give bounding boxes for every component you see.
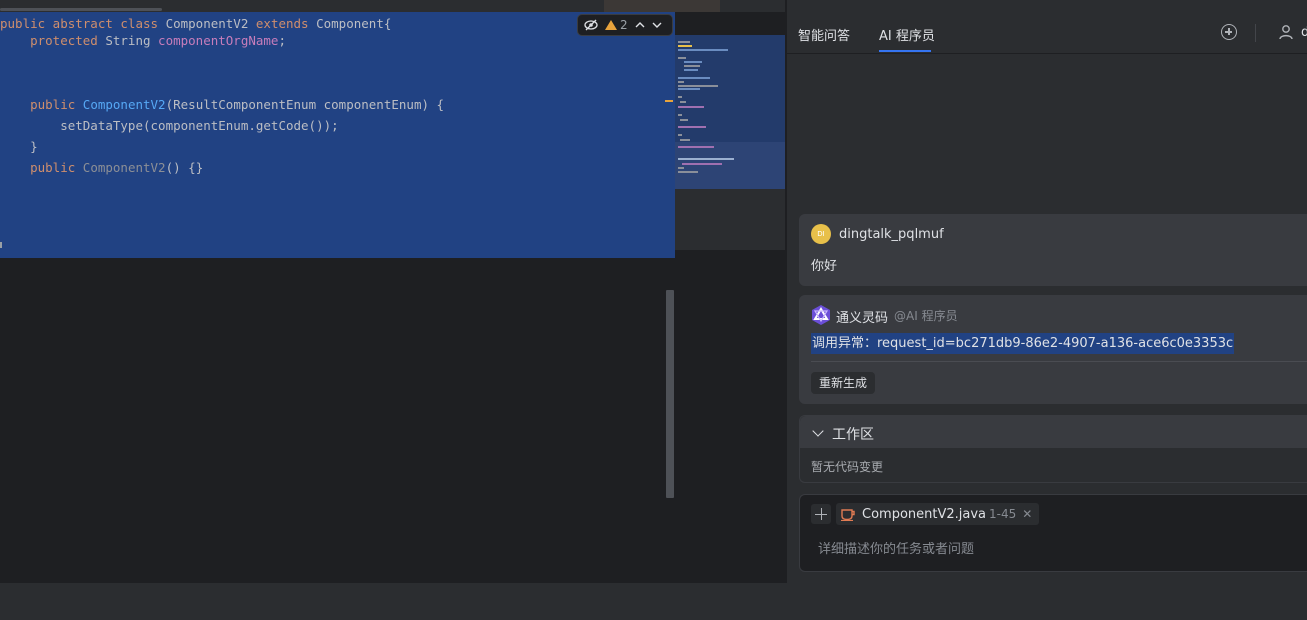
ai-mention: @AI 程序员 xyxy=(894,309,958,323)
code-token: String xyxy=(105,33,159,48)
chat-input-box[interactable]: ComponentV2.java 1-45 ✕ xyxy=(799,494,1307,572)
java-file-icon xyxy=(841,509,855,521)
workspace-header[interactable]: 工作区 xyxy=(800,416,1307,448)
minimap-line xyxy=(678,45,692,47)
warning-count: 2 xyxy=(620,18,628,32)
status-bar xyxy=(0,583,1307,620)
workspace-section: 工作区 暂无代码变更 xyxy=(799,415,1307,483)
panel-header: 智能问答 AI 程序员 d xyxy=(787,0,1307,54)
code-token: (ResultComponentEnum componentEnum) { xyxy=(165,97,445,112)
code-line[interactable]: protected String componentOrgName; xyxy=(0,30,286,51)
code-token: ComponentV2 xyxy=(82,160,166,175)
error-message[interactable]: 调用异常：request_id=bc271db9-86e2-4907-a136-… xyxy=(811,333,1235,354)
file-name: ComponentV2.java xyxy=(862,506,987,522)
minimap-line xyxy=(678,167,684,169)
code-token: Component{ xyxy=(316,16,392,31)
code-token: ComponentV2 xyxy=(165,16,256,31)
code-token: componentOrgName xyxy=(158,33,279,48)
regenerate-button[interactable]: 重新生成 xyxy=(811,372,876,394)
minimap-line xyxy=(678,41,690,43)
chevron-up-icon[interactable] xyxy=(635,21,645,29)
minimap-line xyxy=(684,65,700,67)
active-tab-indicator xyxy=(879,50,931,52)
minimap-line xyxy=(678,126,706,128)
vertical-scrollbar[interactable] xyxy=(666,290,674,498)
ai-name: 通义灵码 xyxy=(836,311,889,326)
warning-marker[interactable] xyxy=(665,100,673,102)
header-divider xyxy=(1255,24,1256,42)
editor-tab[interactable] xyxy=(604,0,720,12)
user-message-text: 你好 xyxy=(811,259,838,274)
minimap-line xyxy=(678,81,684,83)
minimap-line xyxy=(678,88,700,90)
ai-message-card: 通义灵码 @AI 程序员 调用异常：request_id=bc271db9-86… xyxy=(799,295,1307,404)
minimap-line xyxy=(678,77,710,79)
minimap-line xyxy=(678,85,718,87)
code-editor[interactable]: public abstract class ComponentV2 extend… xyxy=(0,0,785,583)
prompt-input[interactable] xyxy=(818,542,1288,557)
code-token: setDataType(componentEnum.getCode()); xyxy=(0,118,339,133)
minimap-line xyxy=(680,119,688,121)
file-line-range: 1-45 xyxy=(989,507,1017,521)
tab-smart-qa[interactable]: 智能问答 xyxy=(798,25,850,44)
code-token: ComponentV2 xyxy=(82,97,166,112)
close-icon[interactable]: ✕ xyxy=(1022,507,1032,521)
workspace-empty-text: 暂无代码变更 xyxy=(811,460,884,474)
minimap-line xyxy=(678,114,682,116)
code-line[interactable]: setDataType(componentEnum.getCode()); xyxy=(0,115,339,136)
warning-icon xyxy=(605,20,617,30)
code-line[interactable]: } xyxy=(0,136,38,157)
file-context-chip[interactable]: ComponentV2.java 1-45 ✕ xyxy=(836,503,1040,525)
minimap-line xyxy=(678,106,704,108)
minimap-line xyxy=(682,163,722,165)
minimap-line xyxy=(680,101,686,103)
chevron-down-icon[interactable] xyxy=(812,425,824,437)
code-area[interactable]: public abstract class ComponentV2 extend… xyxy=(0,12,675,258)
code-token: public xyxy=(0,160,83,175)
user-icon[interactable] xyxy=(1278,24,1294,40)
code-token: () {} xyxy=(165,160,204,175)
code-line[interactable]: public ComponentV2(ResultComponentEnum c… xyxy=(0,94,444,115)
avatar: DI xyxy=(811,224,831,244)
minimap-line xyxy=(684,69,698,71)
code-token: public xyxy=(0,97,83,112)
minimap-line xyxy=(678,158,734,160)
minimap-selection xyxy=(675,142,785,189)
code-token: } xyxy=(0,139,38,154)
inspection-widget[interactable]: 2 xyxy=(577,14,673,36)
tongyi-logo-icon xyxy=(812,305,830,325)
user-name: dingtalk_pqlmuf xyxy=(839,227,944,242)
chevron-down-icon[interactable] xyxy=(652,21,662,29)
minimap-line xyxy=(678,96,682,98)
tab-strip-scrollbar[interactable] xyxy=(0,8,162,11)
warning-counter[interactable]: 2 xyxy=(605,18,628,32)
fold-marker xyxy=(0,242,2,248)
ai-assistant-panel: 智能问答 AI 程序员 d DI dingtalk_pqlmuf 你好 通义灵码… xyxy=(786,0,1307,583)
code-token: protected xyxy=(0,33,106,48)
new-chat-icon[interactable] xyxy=(1221,24,1237,40)
minimap-line xyxy=(678,49,728,51)
user-name-truncated[interactable]: d xyxy=(1301,25,1307,40)
eye-off-icon[interactable] xyxy=(584,19,598,31)
minimap-line xyxy=(678,171,698,173)
minimap-line xyxy=(678,146,714,148)
user-message-card: DI dingtalk_pqlmuf 你好 xyxy=(799,214,1307,286)
minimap-line xyxy=(678,57,686,59)
minimap-line xyxy=(680,139,690,141)
divider xyxy=(811,361,1307,362)
code-token: public abstract class xyxy=(0,16,166,31)
editor-tab-bar xyxy=(0,0,785,12)
minimap-line xyxy=(684,61,702,63)
workspace-title: 工作区 xyxy=(832,427,874,443)
tab-ai-programmer[interactable]: AI 程序员 xyxy=(879,25,935,44)
minimap-line xyxy=(678,134,682,136)
add-context-button[interactable] xyxy=(811,504,831,524)
code-token: ; xyxy=(278,33,286,48)
code-token: extends xyxy=(255,16,317,31)
code-line[interactable]: public ComponentV2() {} xyxy=(0,157,203,178)
